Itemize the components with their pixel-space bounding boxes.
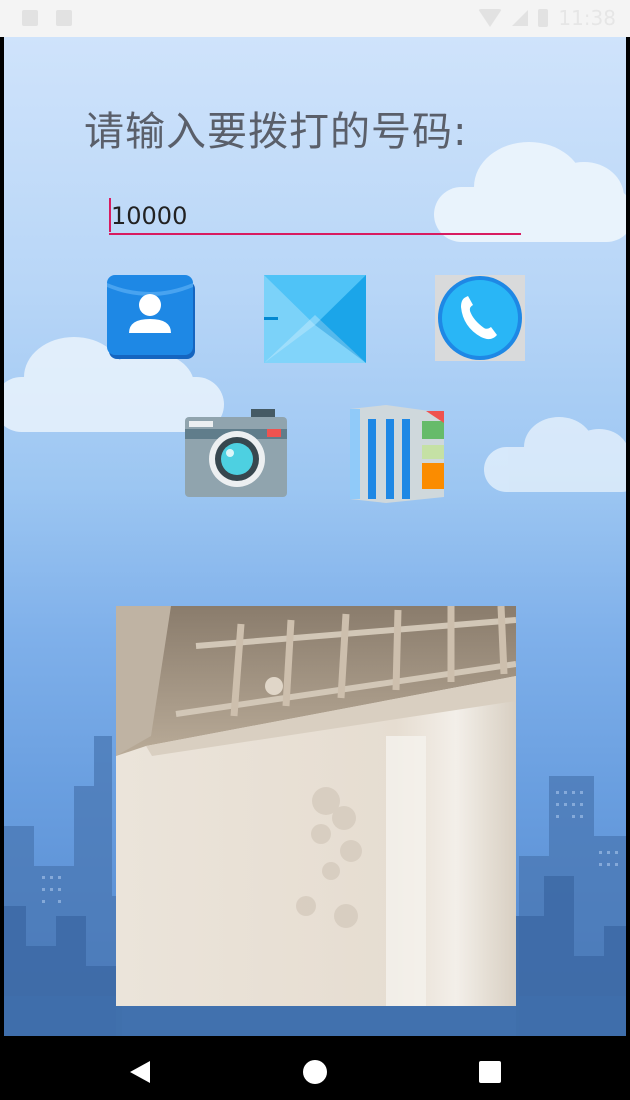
gallery-button[interactable] xyxy=(346,405,446,509)
contacts-button[interactable] xyxy=(107,275,197,367)
text-cursor xyxy=(109,198,111,232)
app-content: 请输入要拨打的号码: xyxy=(4,37,626,1036)
status-bar: 11:38 xyxy=(0,0,630,37)
phone-call-button[interactable] xyxy=(435,275,525,365)
system-navigation-bar xyxy=(0,1036,630,1100)
phone-call-icon xyxy=(435,275,525,361)
sms-icon xyxy=(264,275,366,363)
signal-icon xyxy=(512,10,529,26)
home-circle-icon xyxy=(303,1060,327,1084)
camera-icon xyxy=(185,409,287,497)
back-button[interactable] xyxy=(128,1060,152,1088)
wifi-icon xyxy=(478,9,503,27)
app-screen: 11:38 请输入要拨打的号码: 10000 xyxy=(0,0,630,1100)
status-time: 11:38 xyxy=(558,6,616,30)
camera-button[interactable] xyxy=(185,409,287,501)
phone-number-input[interactable] xyxy=(109,195,521,235)
dial-prompt-label: 请输入要拨打的号码: xyxy=(84,109,468,155)
captured-photo xyxy=(116,606,516,1006)
notification-icon xyxy=(22,10,38,26)
background-cloud xyxy=(484,417,626,492)
recents-button[interactable] xyxy=(479,1061,501,1087)
home-button[interactable] xyxy=(303,1060,327,1088)
photo-preview xyxy=(116,606,516,1006)
recents-square-icon xyxy=(479,1061,501,1083)
contacts-icon xyxy=(107,275,195,359)
back-triangle-icon xyxy=(130,1061,150,1083)
battery-icon xyxy=(538,9,549,27)
gallery-icon xyxy=(350,405,444,503)
notification-icon xyxy=(56,10,72,26)
sms-button[interactable] xyxy=(264,275,366,367)
